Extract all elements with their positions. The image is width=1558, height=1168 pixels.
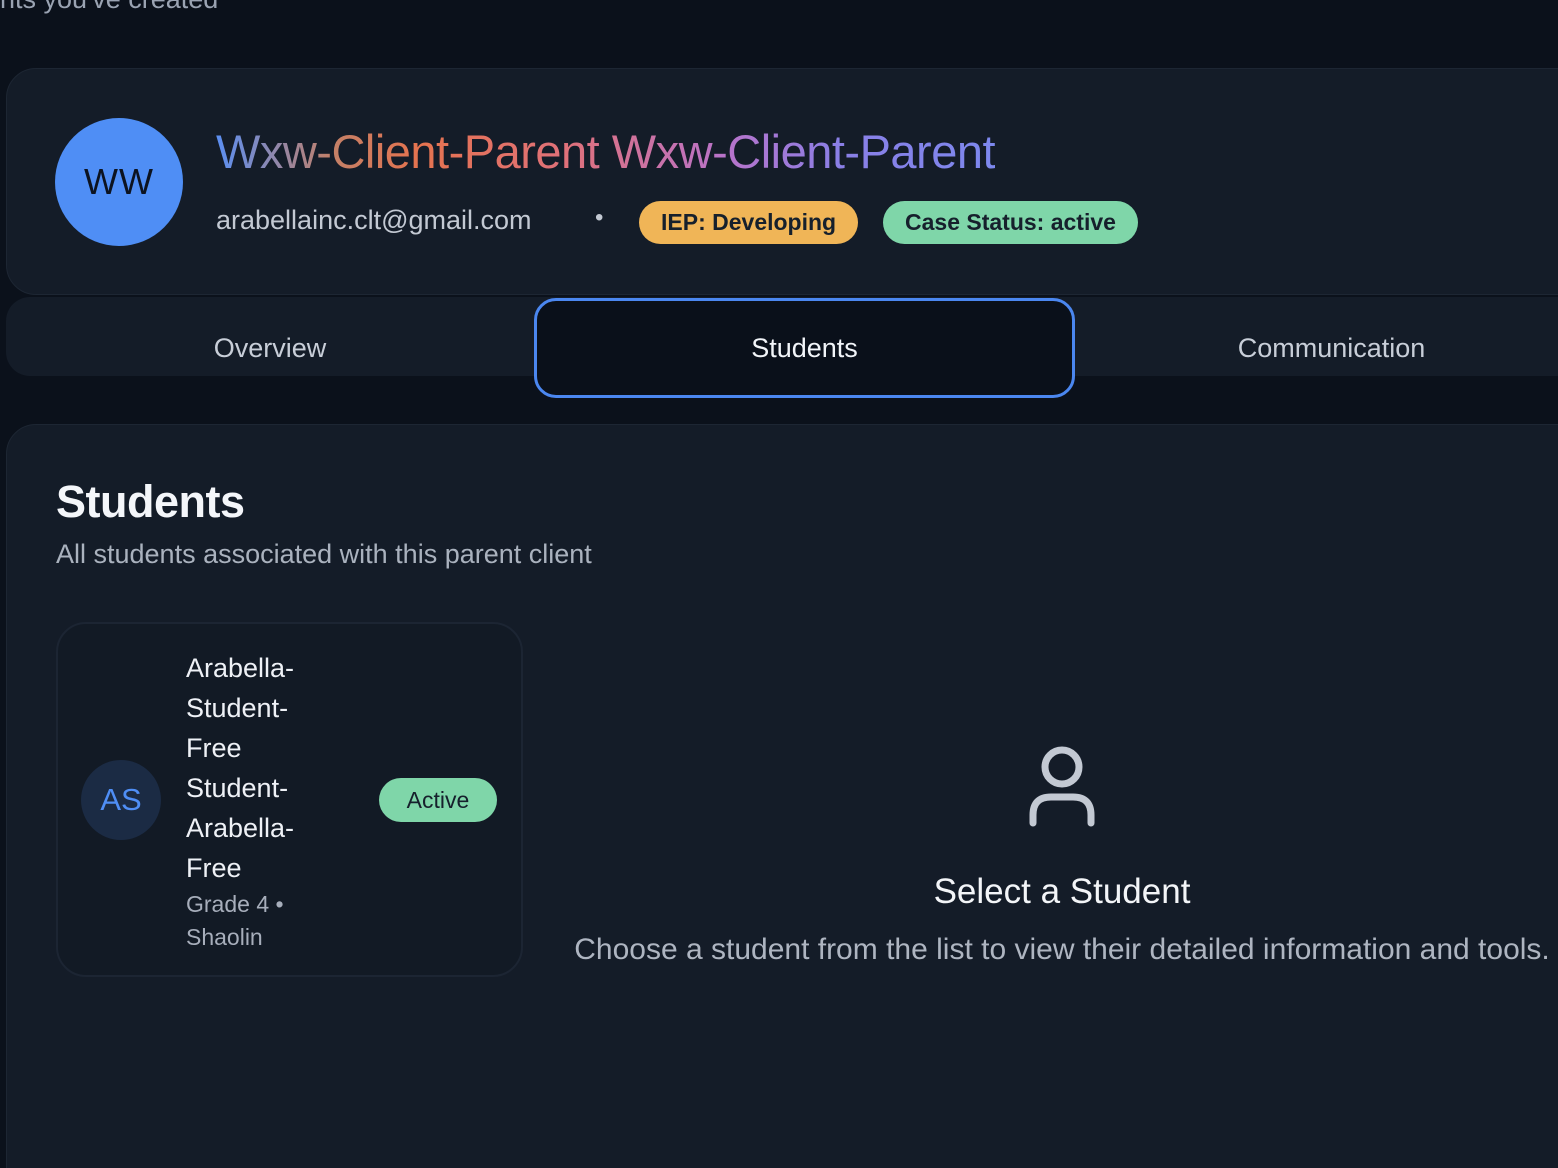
- client-avatar: WW: [55, 118, 183, 246]
- client-email: arabellainc.clt@gmail.com: [216, 205, 532, 235]
- empty-state-text: Choose a student from the list to view t…: [574, 933, 1550, 966]
- students-subtitle: All students associated with this parent…: [56, 539, 592, 569]
- student-avatar: AS: [81, 760, 161, 840]
- page-header-subtitle-cut: nts you've created: [0, 0, 218, 15]
- iep-status-badge: IEP: Developing: [639, 201, 859, 244]
- user-icon: [1029, 746, 1095, 827]
- case-status-badge: Case Status: active: [883, 201, 1138, 244]
- page: nts you've created WW Wxw-Client-Parent …: [0, 0, 1558, 1168]
- student-status-badge: Active: [379, 778, 497, 822]
- tab-overview[interactable]: Overview: [6, 298, 534, 398]
- client-name: Wxw-Client-Parent Wxw-Client-Parent: [216, 125, 996, 178]
- client-header-card: [6, 68, 1558, 295]
- tab-students[interactable]: Students: [534, 298, 1075, 398]
- separator-dot: •: [595, 204, 604, 231]
- empty-state-title: Select a Student: [933, 872, 1191, 911]
- student-grade-school: Grade 4 • Shaolin: [186, 891, 284, 950]
- students-title: Students: [56, 476, 245, 527]
- student-name: Arabella-Student-Free Student-Arabella-F…: [186, 653, 295, 883]
- tab-communication[interactable]: Communication: [1075, 298, 1558, 398]
